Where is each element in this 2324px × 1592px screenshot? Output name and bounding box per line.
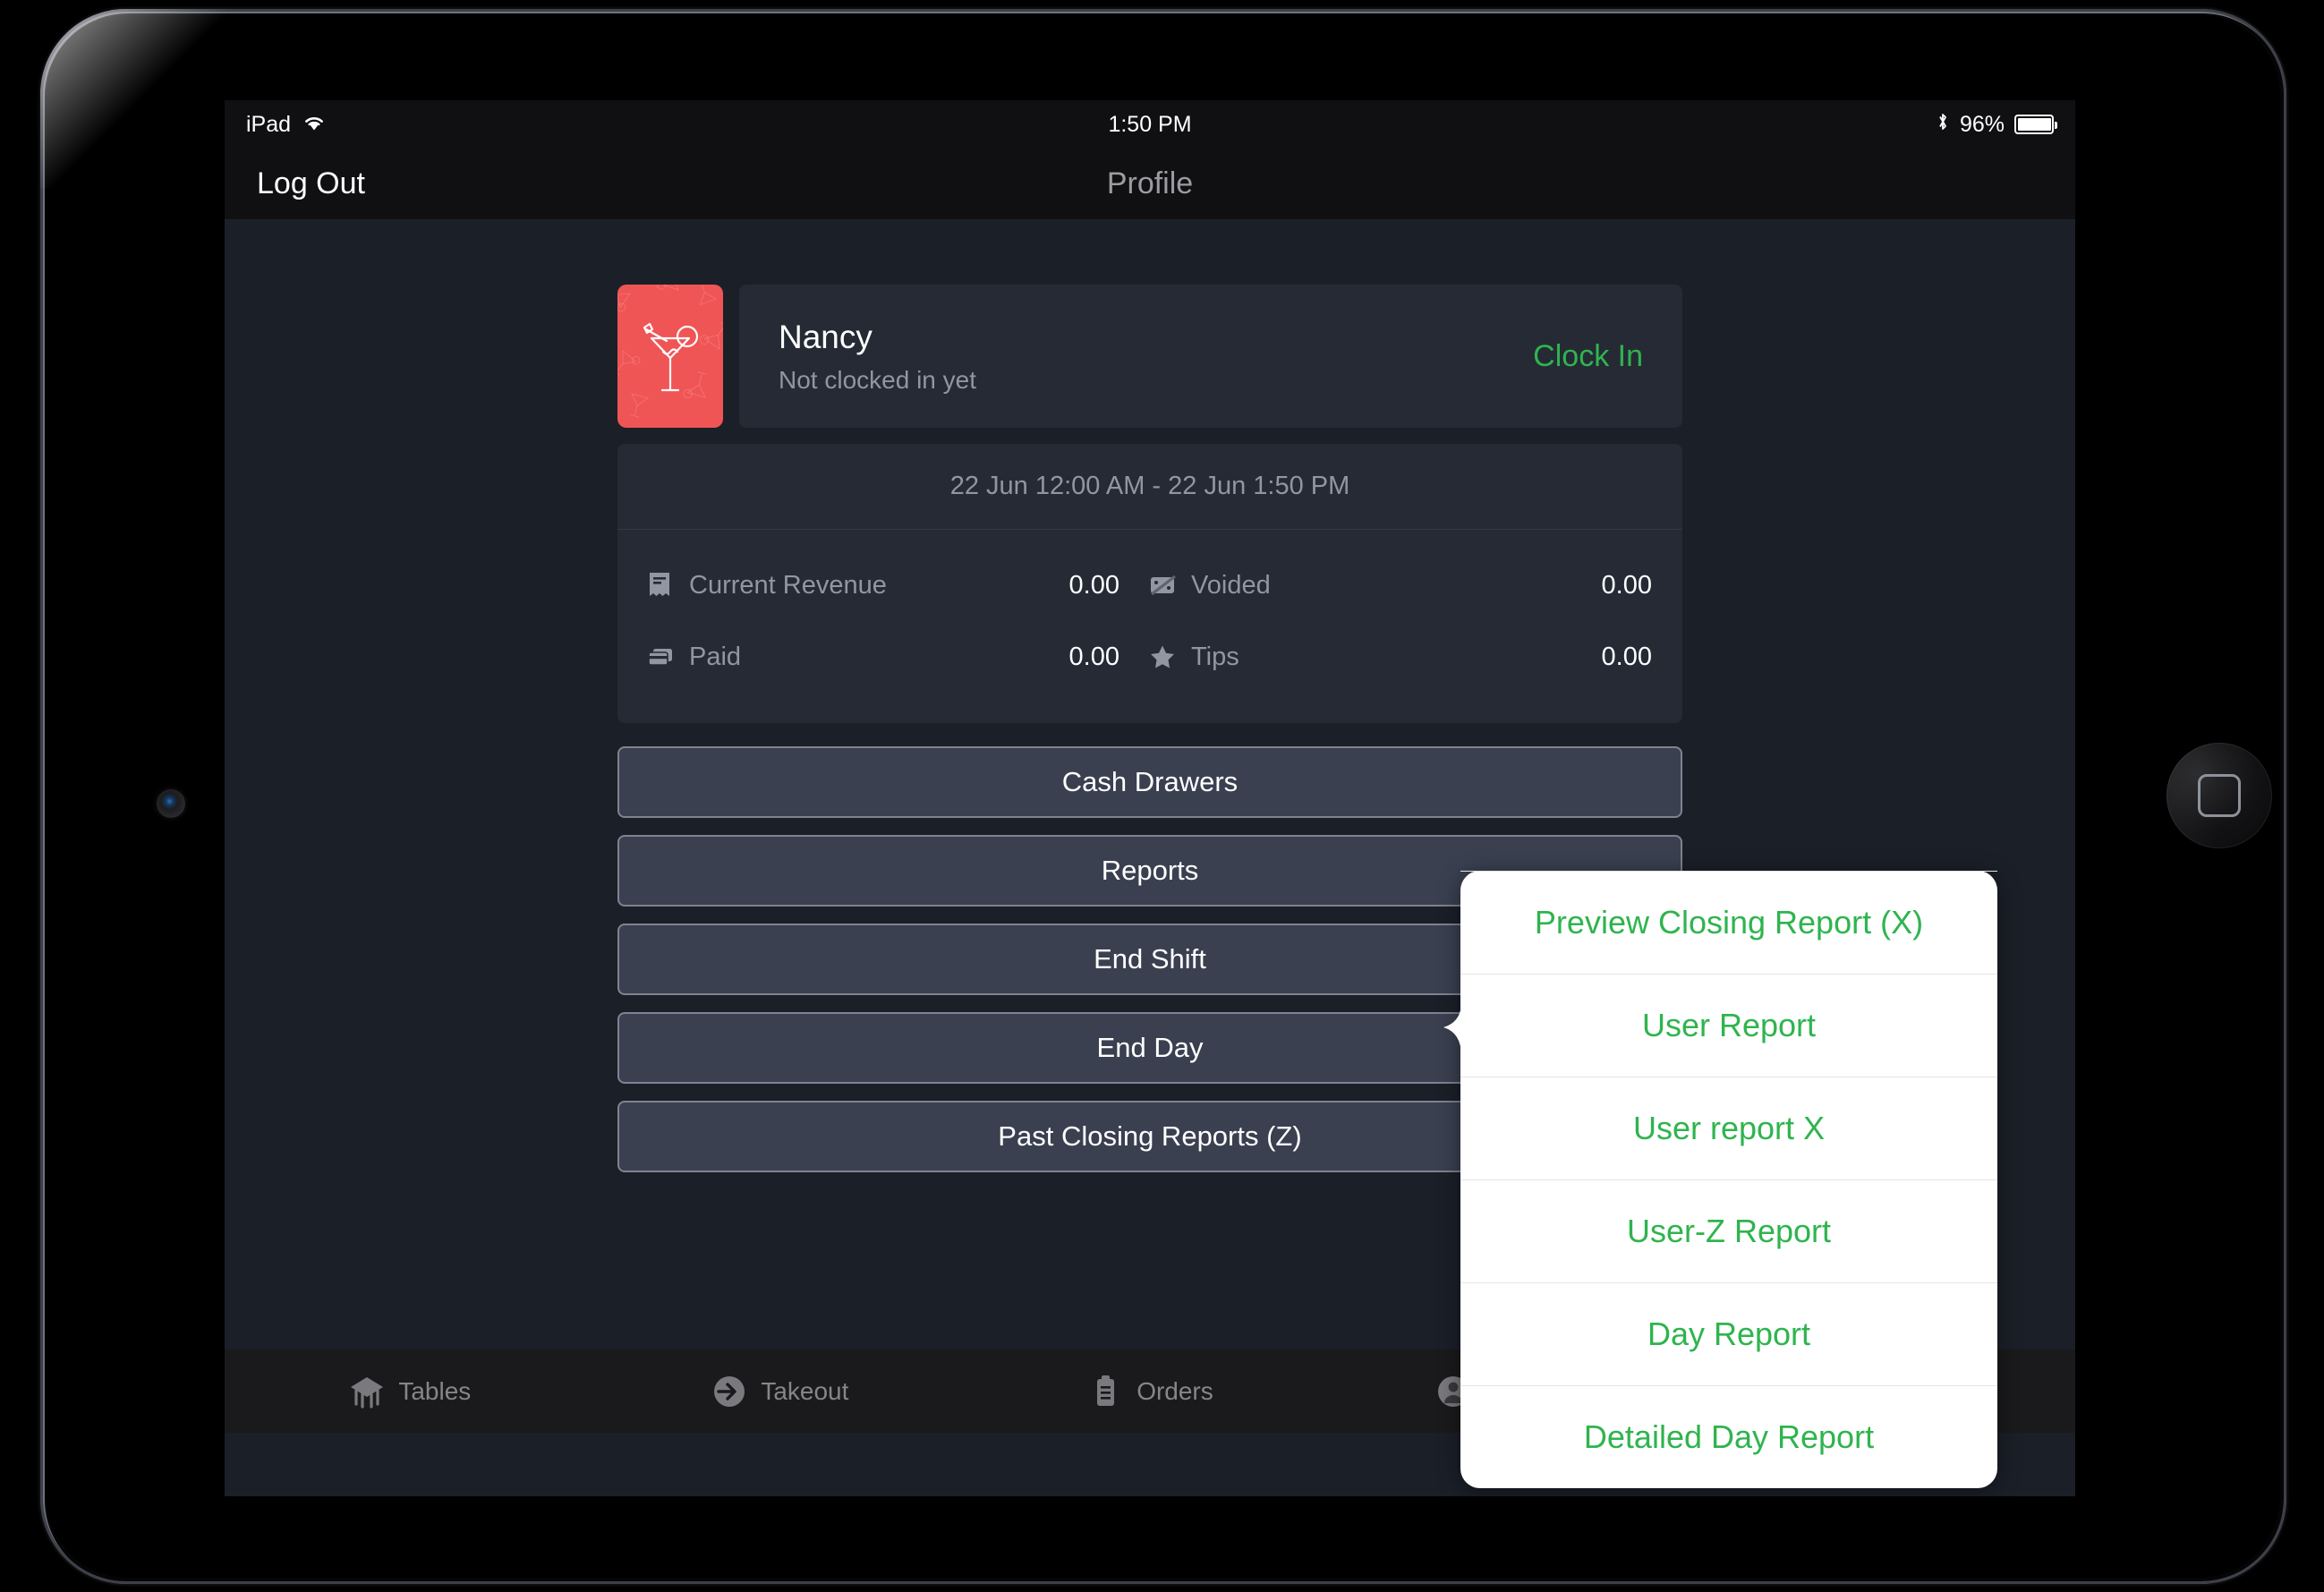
menu-item-day-report[interactable]: Day Report xyxy=(1460,1282,1997,1385)
stats-body: Current Revenue 0.00 Voided 0.00 Paid 0.… xyxy=(617,530,1682,723)
stat-value: 0.00 xyxy=(1601,570,1652,600)
takeout-icon xyxy=(711,1373,748,1410)
stat-value: 0.00 xyxy=(1601,642,1652,671)
page-title: Profile xyxy=(1106,166,1194,200)
status-bar-left: iPad xyxy=(246,112,326,138)
avatar[interactable] xyxy=(617,285,723,428)
nav-bar: Log Out Profile xyxy=(225,149,2075,220)
date-range-label: 22 Jun 12:00 AM - 22 Jun 1:50 PM xyxy=(617,444,1682,530)
clock-in-button[interactable]: Clock In xyxy=(1533,339,1643,374)
wifi-icon xyxy=(302,112,326,138)
menu-item-user-z-report[interactable]: User-Z Report xyxy=(1460,1179,1997,1282)
carrier-label: iPad xyxy=(246,111,292,137)
ipad-screen: iPad 1:50 PM 96% Log Out Profile Nancy N… xyxy=(225,100,2075,1496)
menu-item-user-report-x[interactable]: User report X xyxy=(1460,1077,1997,1179)
stat-label: Tips xyxy=(1191,642,1239,671)
tab-label: Orders xyxy=(1136,1376,1213,1405)
main-content: Nancy Not clocked in yet Clock In 22 Jun… xyxy=(225,220,2075,1488)
clock-status: Not clocked in yet xyxy=(779,365,976,394)
battery-icon xyxy=(2014,115,2057,134)
table-icon xyxy=(348,1373,386,1410)
stats-row: Paid 0.00 Tips 0.00 xyxy=(648,621,1652,693)
stat-current-revenue: Current Revenue 0.00 xyxy=(648,549,1150,621)
front-camera-icon xyxy=(157,789,185,818)
battery-percent-label: 96% xyxy=(1959,111,2005,137)
reports-popover: Preview Closing Report (X) User Report U… xyxy=(1443,871,1997,1488)
void-card-icon xyxy=(1150,575,1186,596)
stat-value: 0.00 xyxy=(1068,570,1119,600)
card-icon xyxy=(648,646,684,668)
stats-row: Current Revenue 0.00 Voided 0.00 xyxy=(648,549,1652,621)
menu-item-user-report[interactable]: User Report xyxy=(1460,974,1997,1077)
profile-card: Nancy Not clocked in yet Clock In xyxy=(739,285,1682,428)
profile-row: Nancy Not clocked in yet Clock In xyxy=(617,285,1682,428)
status-bar-right: 96% xyxy=(1936,111,2057,139)
menu-item-detailed-day-report[interactable]: Detailed Day Report xyxy=(1460,1385,1997,1488)
stat-label: Paid xyxy=(689,642,742,671)
stat-voided: Voided 0.00 xyxy=(1150,549,1652,621)
screenshot-stage: iPad 1:50 PM 96% Log Out Profile Nancy N… xyxy=(0,0,2324,1592)
orders-icon xyxy=(1086,1373,1124,1410)
tab-tables[interactable]: Tables xyxy=(225,1373,595,1410)
receipt-icon xyxy=(648,572,684,599)
home-button[interactable] xyxy=(2167,743,2272,848)
status-bar: iPad 1:50 PM 96% xyxy=(225,100,2075,149)
tab-orders[interactable]: Orders xyxy=(965,1373,1335,1410)
tab-label: Takeout xyxy=(761,1376,849,1405)
popover-arrow-icon xyxy=(1438,1002,1461,1056)
stat-label: Current Revenue xyxy=(689,570,887,600)
tab-label: Tables xyxy=(398,1376,472,1405)
tab-takeout[interactable]: Takeout xyxy=(595,1373,966,1410)
stat-label: Voided xyxy=(1191,570,1271,600)
star-icon xyxy=(1150,644,1186,669)
user-name: Nancy xyxy=(779,318,873,355)
stat-value: 0.00 xyxy=(1068,642,1119,671)
stat-paid: Paid 0.00 xyxy=(648,621,1150,693)
stats-panel: 22 Jun 12:00 AM - 22 Jun 1:50 PM Current… xyxy=(617,444,1682,723)
logout-button[interactable]: Log Out xyxy=(257,166,365,201)
status-bar-time: 1:50 PM xyxy=(1108,111,1192,137)
menu-item-preview-closing-report[interactable]: Preview Closing Report (X) xyxy=(1460,871,1997,974)
stat-tips: Tips 0.00 xyxy=(1150,621,1652,693)
profile-text: Nancy Not clocked in yet xyxy=(779,319,1533,395)
cash-drawers-button[interactable]: Cash Drawers xyxy=(617,746,1682,818)
bluetooth-icon xyxy=(1936,111,1950,139)
cocktail-glass-icon xyxy=(617,285,723,418)
